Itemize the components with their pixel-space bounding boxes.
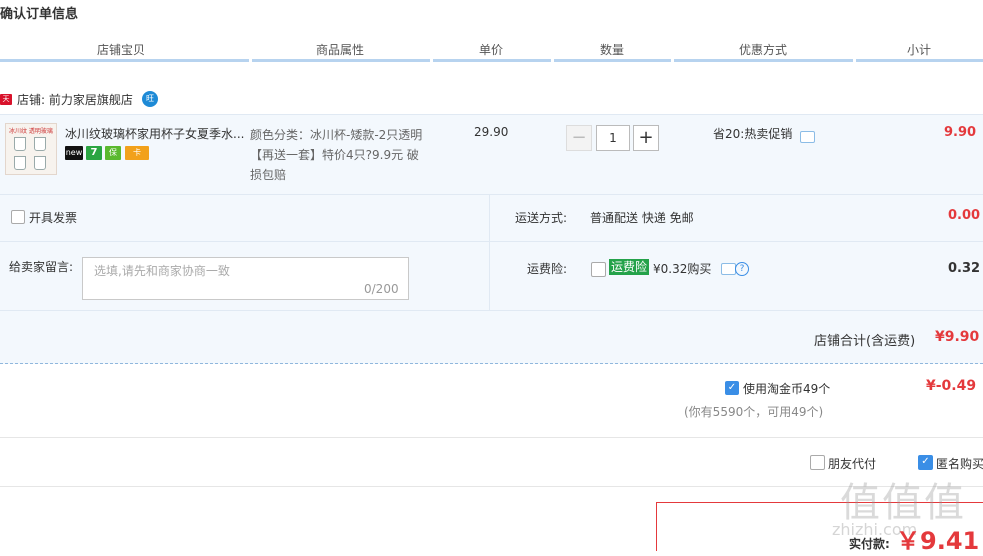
col-header-attributes: 商品属性 [316,43,365,57]
divider [0,437,983,438]
friend-pay-checkbox[interactable] [810,455,825,470]
header-separator [551,58,554,62]
divider [0,486,983,487]
thumb-caption: 冰川纹 透明玻璃 [9,128,53,135]
page-title: 确认订单信息 [0,7,79,22]
promo-message-icon[interactable] [800,131,815,143]
divider [0,310,983,311]
tmall-new-icon[interactable]: new [65,146,83,160]
cup-icon [14,137,26,151]
item-subtotal: 9.90 [944,125,977,140]
shipping-label: 运送方式: [515,211,568,225]
shop-total-value: ¥9.90 [935,329,980,345]
insurance-label: 运费险: [527,262,568,276]
use-coins-label: 使用淘金币49个 [743,382,831,396]
shipping-fee: 0.00 [948,208,981,223]
quantity-increase-button[interactable]: + [633,125,659,151]
item-attributes: 颜色分类：冰川杯-矮款-2只透明 【再送一套】特价4只?9.9元 破 损包赔 [250,125,435,185]
seven-days-return-icon[interactable]: 7 [86,146,102,160]
header-separator [249,58,252,62]
shipping-method[interactable]: 普通配送 快递 免邮 [590,209,694,226]
divider [489,194,490,310]
insurance-fee: 0.32 [948,261,981,276]
col-header-subtotal: 小计 [907,43,932,57]
insurance-checkbox[interactable] [591,262,606,277]
seller-message-placeholder: 选填,请先和商家协商一致 [94,264,230,278]
header-separator [671,58,674,62]
divider [0,194,983,195]
attr-line: 损包赔 [250,168,287,182]
quality-guarantee-icon[interactable]: 保 [105,146,121,160]
col-header-quantity: 数量 [600,43,625,57]
header-separator [430,58,433,62]
total-divider [0,363,983,365]
unit-price: 29.90 [474,125,509,139]
anonymous-purchase-checkbox[interactable]: ✓ [918,455,933,470]
shop-total-label: 店铺合计(含运费) [814,334,916,349]
cup-icon [34,156,46,170]
col-header-unit-price: 单价 [479,43,504,57]
wangwang-chat-icon[interactable]: 旺 [142,91,158,107]
credit-card-icon[interactable]: 卡 [125,146,149,160]
attr-line: 【再送一套】特价4只?9.9元 破 [250,148,419,162]
promotion-label: 省20:热卖促销 [713,127,793,141]
insurance-price: ¥0.32购买 [653,262,712,276]
header-divider [0,59,983,62]
cup-icon [14,156,26,170]
help-icon[interactable]: ? [735,262,749,276]
shop-name-link[interactable]: 店铺: 前力家居旗舰店 [17,91,133,108]
item-title-link[interactable]: 冰川纹玻璃杯家用杯子女夏季水... [65,125,245,142]
seller-message-counter: 0/200 [364,282,399,296]
invoice-label: 开具发票 [29,211,78,225]
insurance-message-icon[interactable] [721,263,736,275]
item-thumbnail[interactable]: 冰川纹 透明玻璃 [5,123,57,175]
coins-available-note: (你有5590个，可用49个) [684,405,824,419]
tmall-badge-icon: 天猫 [0,94,12,114]
quantity-decrease-button[interactable]: − [566,125,592,151]
invoice-checkbox[interactable] [11,210,25,224]
quantity-input[interactable]: 1 [596,125,630,151]
coins-discount: ¥-0.49 [926,378,977,394]
col-header-discount: 优惠方式 [739,43,788,57]
use-coins-checkbox[interactable]: ✓ [725,381,739,395]
header-separator [853,58,856,62]
col-header-shop-item: 店铺宝贝 [97,43,146,57]
divider [0,241,983,242]
seller-message-label: 给卖家留言: [9,260,74,274]
insurance-badge: 运费险 [609,259,650,275]
attr-line: 颜色分类：冰川杯-矮款-2只透明 [250,128,423,142]
cup-icon [34,137,46,151]
payment-label: 实付款: [849,537,890,551]
